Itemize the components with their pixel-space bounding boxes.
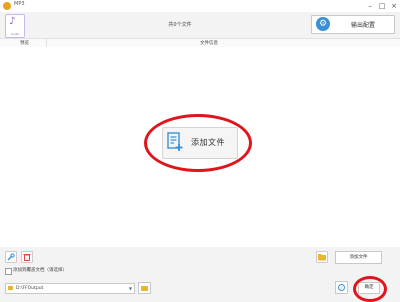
ok-button[interactable]: 确定 <box>358 282 380 294</box>
output-path-value: D:\FFOutput <box>16 286 44 291</box>
app-logo-icon <box>3 2 11 10</box>
merge-checkbox-label: 添加到覆盖文档（请选择） <box>13 268 67 273</box>
add-file-icon <box>167 132 183 151</box>
folder-open-icon <box>141 286 148 291</box>
output-config-label: 输出配置 <box>350 22 375 29</box>
add-file-button[interactable]: 添加文件 <box>335 251 382 264</box>
window-title: MP3 <box>14 1 25 7</box>
audio-format-label: Audio <box>10 32 20 36</box>
settings-wrench-icon <box>7 253 15 261</box>
folder-icon <box>8 286 13 290</box>
minimize-icon[interactable]: – <box>364 0 376 12</box>
add-folder-button[interactable] <box>316 251 328 263</box>
add-file-button-label: 添加文件 <box>349 255 368 260</box>
check-circle-icon: ✓ <box>338 284 345 291</box>
column-preview: 预览 <box>20 41 29 46</box>
audio-format-icon: ♪ Audio <box>5 14 25 38</box>
maximize-icon[interactable]: □ <box>376 0 388 12</box>
output-path-select[interactable]: D:\FFOutput ▼ <box>5 283 135 294</box>
add-file-center-button[interactable]: 添加文件 <box>162 127 238 159</box>
delete-file-button[interactable] <box>21 251 33 263</box>
output-config-button[interactable]: ⚙ 输出配置 <box>311 15 395 34</box>
trash-icon <box>23 254 31 261</box>
merge-checkbox[interactable] <box>5 268 12 275</box>
chevron-down-icon: ▼ <box>128 286 132 291</box>
audio-settings-button[interactable] <box>5 251 17 263</box>
file-count: 共0个文件 <box>168 22 192 28</box>
ok-button-label: 确定 <box>364 285 374 290</box>
folder-add-icon <box>318 254 326 261</box>
add-file-center-label: 添加文件 <box>191 138 225 147</box>
check-option-button[interactable]: ✓ <box>335 281 348 294</box>
close-icon[interactable]: × <box>388 0 400 12</box>
browse-folder-button[interactable] <box>138 282 151 294</box>
column-file-info: 文件信息 <box>200 41 218 46</box>
gear-icon: ⚙ <box>316 17 330 31</box>
